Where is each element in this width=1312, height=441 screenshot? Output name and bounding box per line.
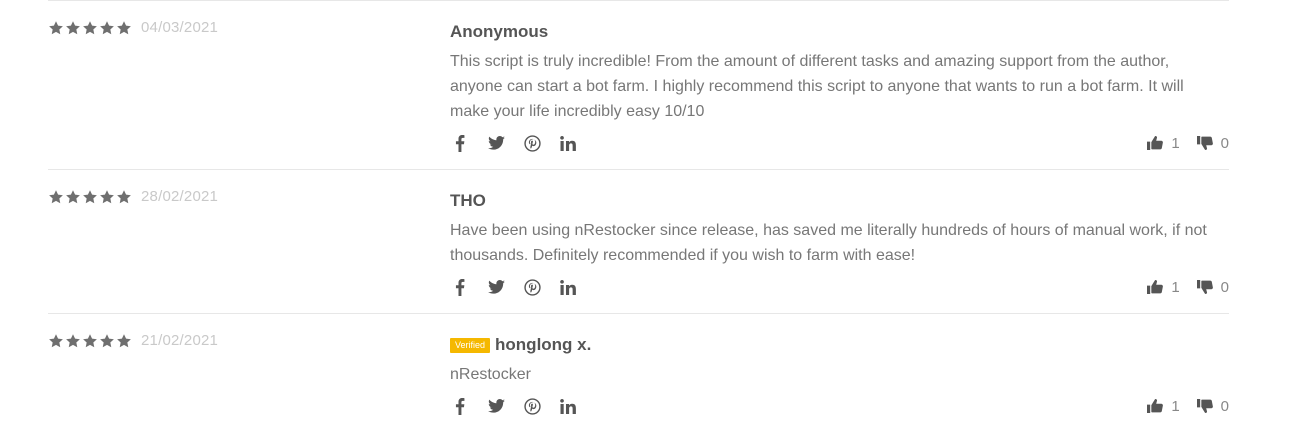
review-meta: 21/02/2021 [48,332,218,349]
review-meta: 28/02/2021 [48,188,218,205]
review-votes: 1 0 [1147,135,1229,152]
star-icon [117,333,131,347]
review-actions: 1 0 [450,396,1229,416]
review-author: THO [450,191,486,210]
review-item: 28/02/2021 THO Have been using nRestocke… [48,169,1229,313]
star-icon [49,189,63,203]
star-icon [66,333,80,347]
twitter-icon[interactable] [486,133,506,153]
review-text: Have been using nRestocker since release… [450,222,1207,264]
thumbs-up-icon [1147,280,1164,294]
review-item: 04/03/2021 Anonymous This script is trul… [48,0,1229,169]
facebook-icon[interactable] [450,133,470,153]
review-date: 21/02/2021 [141,332,219,349]
share-links [450,396,578,416]
review-date: 28/02/2021 [141,188,219,205]
dislike-count: 0 [1220,278,1229,296]
share-links [450,277,578,297]
like-count: 1 [1171,134,1180,152]
linkedin-icon[interactable] [558,133,578,153]
verified-badge: Verified [450,337,491,353]
review-text: nRestocker [450,366,531,383]
star-rating [48,189,132,205]
like-button[interactable]: 1 [1147,278,1180,296]
star-icon [117,189,131,203]
thumbs-up-icon [1147,136,1164,150]
star-icon [83,189,97,203]
review-text: This script is truly incredible! From th… [450,53,1184,120]
dislike-count: 0 [1220,134,1229,152]
review-votes: 1 0 [1147,398,1229,415]
facebook-icon[interactable] [450,396,470,416]
like-count: 1 [1171,397,1180,415]
star-icon [100,189,114,203]
review-actions: 1 0 [450,133,1229,153]
star-icon [66,189,80,203]
star-rating [48,333,132,349]
like-count: 1 [1171,278,1180,296]
star-icon [100,333,114,347]
star-icon [117,20,131,34]
review-actions: 1 0 [450,277,1229,297]
thumbs-down-icon [1196,280,1213,294]
review-content: Verified honglong x. nRestocker [450,334,1229,387]
thumbs-up-icon [1147,399,1164,413]
author-row: THO [450,190,1229,212]
author-row: Anonymous [450,21,1229,43]
twitter-icon[interactable] [486,277,506,297]
dislike-button[interactable]: 0 [1196,397,1229,415]
like-button[interactable]: 1 [1147,134,1180,152]
review-content: THO Have been using nRestocker since rel… [450,190,1229,268]
star-icon [49,333,63,347]
twitter-icon[interactable] [486,396,506,416]
star-icon [100,20,114,34]
pinterest-icon[interactable] [522,396,542,416]
review-content: Anonymous This script is truly incredibl… [450,21,1229,124]
pinterest-icon[interactable] [522,133,542,153]
star-icon [83,333,97,347]
star-icon [49,20,63,34]
review-votes: 1 0 [1147,279,1229,296]
star-icon [83,20,97,34]
dislike-button[interactable]: 0 [1196,134,1229,152]
author-row: Verified honglong x. [450,334,1229,356]
pinterest-icon[interactable] [522,277,542,297]
thumbs-down-icon [1196,399,1213,413]
dislike-button[interactable]: 0 [1196,278,1229,296]
facebook-icon[interactable] [450,277,470,297]
review-author: honglong x. [495,335,592,354]
review-date: 04/03/2021 [141,19,219,36]
review-author: Anonymous [450,22,549,41]
dislike-count: 0 [1220,397,1229,415]
review-item: 21/02/2021 Verified honglong x. nRestock… [48,313,1229,440]
star-icon [66,20,80,34]
linkedin-icon[interactable] [558,277,578,297]
share-links [450,133,578,153]
reviews-list: 04/03/2021 Anonymous This script is trul… [48,0,1229,440]
review-meta: 04/03/2021 [48,19,218,36]
like-button[interactable]: 1 [1147,397,1180,415]
star-rating [48,20,132,36]
linkedin-icon[interactable] [558,396,578,416]
thumbs-down-icon [1196,136,1213,150]
